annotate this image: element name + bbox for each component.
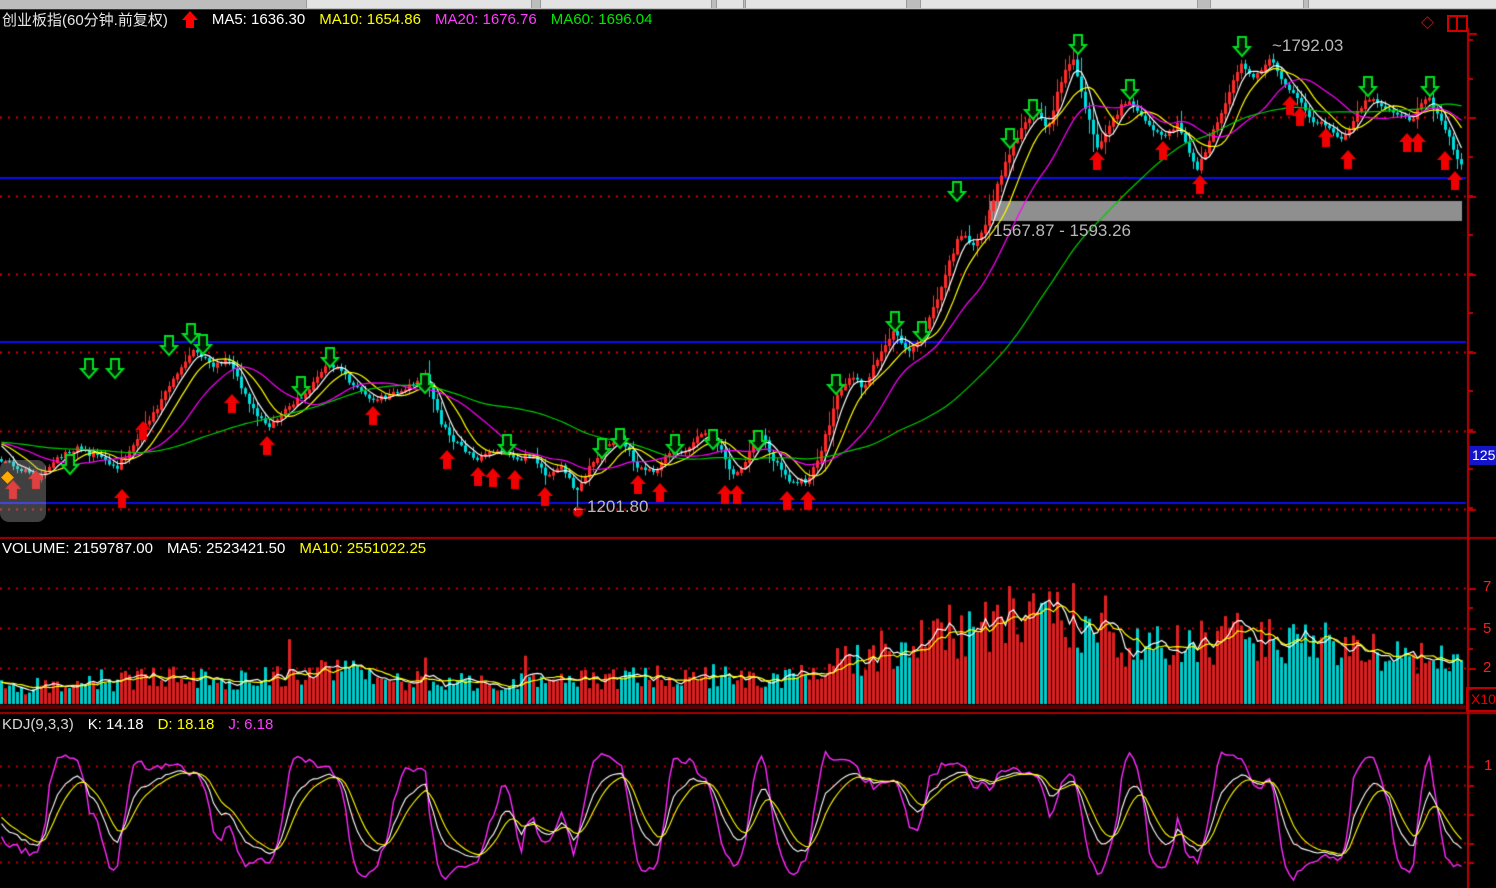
volume-value: VOLUME: 2159787.00	[2, 540, 153, 557]
low-price-annotation: ←1201.80	[570, 497, 648, 517]
ma60-value: MA60: 1696.04	[551, 11, 653, 28]
diamond-tool-icon[interactable]: ◇	[1421, 13, 1434, 30]
chart-canvas[interactable]	[0, 0, 1496, 888]
stock-chart-app: { "header": { "title": "创业板指(60分钟.前复权)",…	[0, 0, 1496, 888]
ma5-value: MA5: 1636.30	[212, 11, 305, 28]
chrome-segment	[306, 0, 532, 8]
chrome-segment	[540, 0, 712, 8]
chrome-segment	[1308, 0, 1496, 8]
high-price-annotation: ~1792.03	[1272, 36, 1343, 56]
ma20-value: MA20: 1676.76	[435, 11, 537, 28]
kdj-j-value: J: 6.18	[228, 716, 273, 733]
volume-unit-box: X10	[1466, 687, 1496, 712]
price-axis-tag: 125	[1469, 446, 1496, 465]
kdj-header: KDJ(9,3,3) K: 14.18 D: 18.18 J: 6.18	[2, 716, 287, 733]
kdj-tick-100: 1	[1484, 757, 1492, 774]
main-chart-header: 创业板指(60分钟.前复权) MA5: 1636.30 MA10: 1654.8…	[2, 9, 667, 30]
volume-tick-5: 5	[1483, 620, 1491, 637]
price-up-arrow-icon	[182, 11, 198, 28]
instrument-title: 创业板指(60分钟.前复权)	[2, 9, 168, 30]
chrome-segment	[920, 0, 1198, 8]
volume-header: VOLUME: 2159787.00 MA5: 2523421.50 MA10:…	[2, 540, 440, 557]
kdj-d-value: D: 18.18	[158, 716, 215, 733]
chrome-segment	[745, 0, 907, 8]
gap-range-annotation: 1567.87 - 1593.26	[993, 221, 1131, 241]
volume-ma5-value: MA5: 2523421.50	[167, 540, 285, 557]
volume-tick-2: 2	[1483, 659, 1491, 676]
kdj-k-value: K: 14.18	[88, 716, 144, 733]
volume-tick-7: 7	[1483, 578, 1491, 595]
split-window-icon[interactable]	[1447, 15, 1468, 32]
toolbar-ghost-overlay	[0, 460, 46, 522]
volume-ma10-value: MA10: 2551022.25	[299, 540, 426, 557]
kdj-title: KDJ(9,3,3)	[2, 716, 74, 733]
ma10-value: MA10: 1654.86	[319, 11, 421, 28]
chrome-segment	[716, 0, 744, 8]
chrome-segment	[1210, 0, 1304, 8]
